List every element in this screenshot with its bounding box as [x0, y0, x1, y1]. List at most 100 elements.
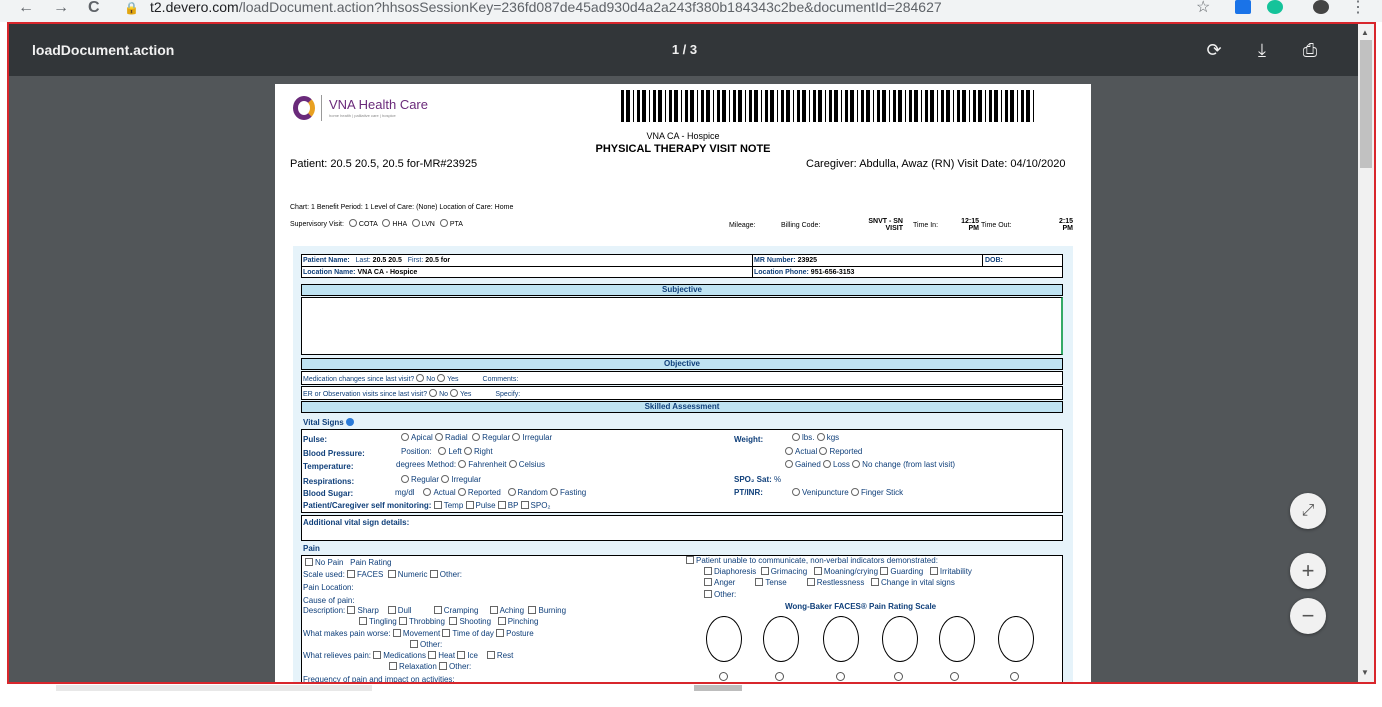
back-icon[interactable]: ← [18, 0, 34, 16]
pain-face-radio[interactable] [894, 672, 903, 681]
patient-name: Patient Name: Last: 20.5 20.5 First: 20.… [303, 257, 451, 264]
time-in-label: Time In: [913, 222, 939, 229]
wong-baker-title: Wong-Baker FACES® Pain Rating Scale [785, 602, 937, 611]
info-icon[interactable] [346, 418, 354, 426]
objective-header: Objective [301, 358, 1063, 370]
respirations-label: Respirations: [303, 477, 355, 486]
logo-tagline: home health | palliative care | hospice [329, 113, 396, 118]
forward-icon[interactable]: → [53, 0, 69, 16]
makes-worse: What makes pain worse: Movement Time of … [303, 629, 534, 638]
skilled-assessment-header: Skilled Assessment [301, 401, 1063, 413]
print-icon[interactable]: ⎙ [1299, 39, 1321, 61]
location-phone: Location Phone: 951-656-3153 [754, 269, 855, 276]
chart-line: Chart: 1 Benefit Period: 1 Level of Care… [290, 204, 514, 211]
no-pain: No Pain Pain Rating [305, 558, 392, 567]
additional-vitals-label: Additional vital sign details: [303, 518, 410, 527]
subjective-header: Subjective [301, 284, 1063, 296]
scroll-down-icon[interactable]: ▼ [1361, 668, 1369, 677]
time-out-value: 2:15 PM [1058, 218, 1073, 232]
mileage-label: Mileage: [729, 222, 756, 229]
download-icon[interactable]: ⤓ [1251, 39, 1273, 61]
pain-face-radio[interactable] [836, 672, 845, 681]
pdf-viewer: loadDocument.action 1 / 3 ⟳ ⤓ ⎙ ▲ ▼ VNA … [7, 22, 1376, 684]
browser-toolbar: ← → C 🔒 t2.devero.com/loadDocument.actio… [0, 0, 1382, 22]
indicators-row-1: Diaphoresis Grimacing Moaning/crying Gua… [704, 567, 972, 576]
zoom-in-button[interactable]: + [1290, 553, 1326, 589]
relaxation: Relaxation Other: [389, 662, 471, 671]
cause-of-pain: Cause of pain: [303, 596, 355, 605]
pain-face-10 [998, 616, 1034, 662]
profile-avatar[interactable] [1313, 0, 1329, 14]
taskbar-item[interactable] [694, 685, 742, 691]
time-in-value: 12:15 PM [961, 218, 979, 232]
bookmark-star-icon[interactable]: ☆ [1196, 0, 1210, 16]
subjective-textarea[interactable] [301, 297, 1063, 355]
med-changes: Medication changes since last visit? No … [303, 374, 519, 383]
patient-line: Patient: 20.5 20.5, 20.5 for-MR#23925 [290, 158, 478, 170]
pain-face-radio[interactable] [775, 672, 784, 681]
browser-menu-icon[interactable]: ⋮ [1350, 0, 1366, 16]
pain-face-0 [706, 616, 742, 662]
weight-change: Gained Loss No change (from last visit) [785, 460, 955, 469]
pain-face-4 [823, 616, 859, 662]
scroll-up-icon[interactable]: ▲ [1361, 28, 1369, 37]
supervisory-visit: Supervisory Visit: COTA HHA LVN PTA [290, 219, 463, 228]
extension-ui-icon[interactable] [1235, 0, 1251, 14]
taskbar-item[interactable] [56, 685, 372, 691]
ptinr-label: PT/INR: [734, 488, 763, 497]
pain-face-8 [939, 616, 975, 662]
vna-logo-icon [293, 96, 315, 120]
barcode [621, 90, 1035, 122]
pain-location: Pain Location: [303, 583, 354, 592]
billing-label: Billing Code: [781, 222, 821, 229]
spo2-sat: SPO₂ Sat: % [734, 475, 782, 484]
blood-sugar-options: mg/dl Actual Reported Random Fasting [395, 488, 587, 497]
billing-value: SNVT - SN VISIT [868, 218, 903, 232]
location-name: Location Name: VNA CA - Hospice [303, 269, 418, 276]
pain-face-radio[interactable] [1010, 672, 1019, 681]
zoom-out-button[interactable]: − [1290, 598, 1326, 634]
reload-icon[interactable]: C [88, 0, 100, 16]
url-host: t2.devero.com [150, 0, 239, 15]
caregiver-line: Caregiver: Abdulla, Awaz (RN) Visit Date… [806, 158, 1066, 170]
weight-source: Actual Reported [785, 447, 862, 456]
pdf-page: VNA Health Care home health | palliative… [275, 84, 1091, 684]
weight-options: lbs. kgs [792, 433, 839, 442]
extension-grammarly-icon[interactable] [1267, 0, 1283, 14]
rotate-icon[interactable]: ⟳ [1203, 39, 1225, 61]
dob-label: DOB: [985, 257, 1003, 264]
mr-number: MR Number: 23925 [754, 257, 818, 264]
frequency: Frequency of pain and impact on activiti… [303, 675, 455, 684]
unable-to-communicate: Patient unable to communicate, non-verba… [686, 556, 938, 565]
pain-label: Pain [303, 544, 320, 553]
lock-icon: 🔒 [124, 1, 139, 15]
blood-sugar-label: Blood Sugar: [303, 489, 354, 498]
scale-used: Scale used: FACES Numeric Other: [303, 570, 462, 579]
pain-face-radio[interactable] [719, 672, 728, 681]
indicators-row-2: Anger Tense Restlessness Change in vital… [704, 578, 955, 587]
weight-label: Weight: [734, 435, 764, 444]
pain-face-radio[interactable] [950, 672, 959, 681]
url-path: /loadDocument.action?hhsosSessionKey=236… [238, 0, 942, 15]
indicators-other: Other: [704, 590, 736, 599]
form-title: PHYSICAL THERAPY VISIT NOTE [595, 143, 771, 155]
er-visits: ER or Observation visits since last visi… [303, 389, 521, 398]
self-monitoring: Patient/Caregiver self monitoring: Temp … [303, 501, 551, 510]
page-indicator: 1 / 3 [671, 42, 698, 57]
vertical-scrollbar[interactable]: ▲ ▼ [1358, 24, 1374, 682]
agency-name: VNA CA - Hospice [646, 131, 720, 141]
pdf-toolbar: loadDocument.action 1 / 3 ⟳ ⤓ ⎙ [9, 24, 1360, 76]
pain-face-2 [763, 616, 799, 662]
bp-label: Blood Pressure: [303, 449, 365, 458]
description-row-2: Tingling Throbbing Shooting Pinching [359, 617, 538, 626]
address-bar[interactable]: t2.devero.com/loadDocument.action?hhsosS… [150, 0, 942, 14]
logo-name: VNA Health Care [329, 97, 428, 112]
respirations-options: Regular Irregular [401, 475, 481, 484]
fit-to-page-button[interactable]: ⤢ [1290, 493, 1326, 529]
bp-options: Position: Left Right [401, 447, 493, 456]
ptinr-options: Venipuncture Finger Stick [792, 488, 903, 497]
additional-vitals-box[interactable] [301, 515, 1063, 541]
pulse-label: Pulse: [303, 435, 328, 444]
scroll-thumb[interactable] [1360, 40, 1372, 168]
pain-face-6 [882, 616, 918, 662]
